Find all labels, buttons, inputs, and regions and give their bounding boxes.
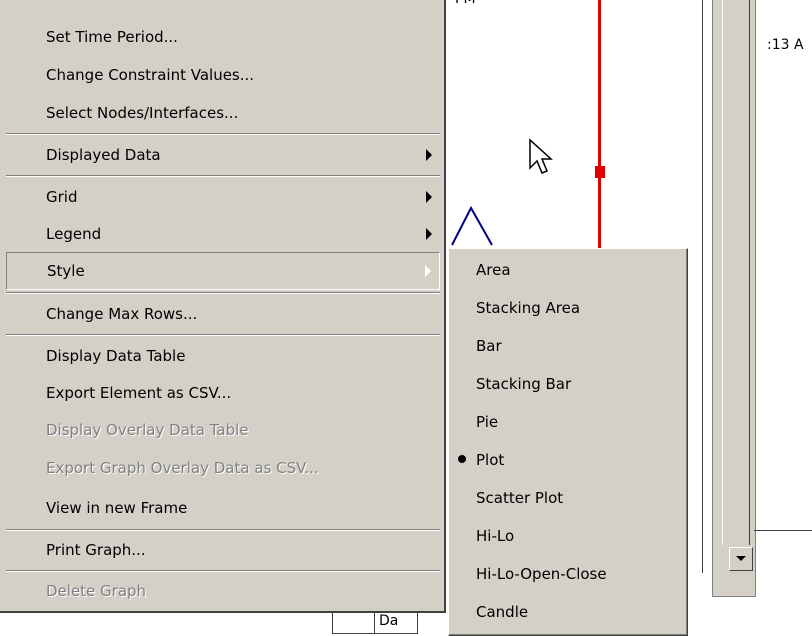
submenu-label: Plot: [476, 451, 505, 469]
selected-bullet-icon: [458, 455, 466, 463]
menu-label: Delete Graph: [46, 582, 147, 600]
style-scatter-plot[interactable]: Scatter Plot: [453, 479, 683, 517]
menu-label: Displayed Data: [46, 146, 161, 164]
menu-display-overlay-data-table[interactable]: Display Overlay Data Table: [6, 411, 440, 449]
menu-legend[interactable]: Legend: [6, 215, 440, 253]
menu-label: Export Element as CSV...: [46, 384, 232, 402]
submenu-arrow-icon: [425, 265, 431, 277]
menu-label: View in new Frame: [46, 499, 188, 517]
style-candle[interactable]: Candle: [453, 593, 683, 631]
menu-label: Export Graph Overlay Data as CSV...: [46, 459, 319, 477]
style-submenu: Area Stacking Area Bar Stacking Bar Pie …: [448, 248, 688, 636]
style-pie[interactable]: Pie: [453, 403, 683, 441]
menu-style[interactable]: Style: [6, 252, 440, 290]
menu-separator: [6, 292, 440, 294]
submenu-label: Candle: [476, 603, 529, 621]
scrollbar-thumb[interactable]: [722, 0, 750, 545]
time-label: :13 A: [767, 37, 804, 53]
submenu-label: Pie: [476, 413, 499, 431]
menu-grid[interactable]: Grid: [6, 178, 440, 216]
style-area[interactable]: Area: [453, 251, 683, 289]
menu-label: Display Overlay Data Table: [46, 421, 249, 439]
tab-fragment[interactable]: [332, 610, 378, 634]
submenu-label: Bar: [476, 337, 502, 355]
menu-separator: [6, 175, 440, 177]
submenu-arrow-icon: [426, 149, 432, 161]
menu-label: Change Constraint Values...: [46, 66, 255, 84]
graph-context-menu: Set Time Period... Change Constraint Val…: [0, 0, 446, 613]
menu-label: Set Time Period...: [46, 28, 178, 46]
style-stacking-bar[interactable]: Stacking Bar: [453, 365, 683, 403]
menu-change-constraint-values[interactable]: Change Constraint Values...: [6, 56, 440, 94]
mouse-pointer-icon: [529, 138, 553, 174]
menu-delete-graph[interactable]: Delete Graph: [6, 572, 440, 610]
menu-label: Grid: [46, 188, 78, 206]
menu-print-graph[interactable]: Print Graph...: [6, 531, 440, 569]
time-cursor-marker[interactable]: [595, 166, 605, 178]
menu-export-graph-overlay-csv[interactable]: Export Graph Overlay Data as CSV...: [6, 449, 440, 487]
menu-set-time-period[interactable]: Set Time Period...: [6, 18, 440, 56]
style-stacking-area[interactable]: Stacking Area: [453, 289, 683, 327]
style-hi-lo[interactable]: Hi-Lo: [453, 517, 683, 555]
style-bar[interactable]: Bar: [453, 327, 683, 365]
tab-data[interactable]: Da: [374, 610, 418, 634]
submenu-label: Hi-Lo: [476, 527, 515, 545]
time-axis-label: PM: [455, 0, 476, 7]
menu-label: Change Max Rows...: [46, 305, 198, 323]
submenu-label: Area: [476, 261, 511, 279]
menu-display-data-table[interactable]: Display Data Table: [6, 337, 440, 375]
submenu-arrow-icon: [426, 228, 432, 240]
menu-label: Print Graph...: [46, 541, 146, 559]
menu-separator: [6, 133, 440, 135]
menu-label: Display Data Table: [46, 347, 186, 365]
style-plot[interactable]: Plot: [453, 441, 683, 479]
menu-change-max-rows[interactable]: Change Max Rows...: [6, 295, 440, 333]
menu-displayed-data[interactable]: Displayed Data: [6, 136, 440, 174]
panel-divider: [754, 530, 812, 531]
submenu-label: Stacking Area: [476, 299, 581, 317]
scroll-down-button[interactable]: [729, 547, 753, 571]
submenu-label: Hi-Lo-Open-Close: [476, 565, 607, 583]
submenu-label: Stacking Bar: [476, 375, 572, 393]
plot-line: [451, 205, 493, 246]
menu-label: Style: [47, 262, 85, 280]
submenu-label: Scatter Plot: [476, 489, 564, 507]
submenu-arrow-icon: [426, 191, 432, 203]
style-hi-lo-open-close[interactable]: Hi-Lo-Open-Close: [453, 555, 683, 593]
menu-view-in-new-frame[interactable]: View in new Frame: [6, 489, 440, 527]
menu-separator: [6, 334, 440, 336]
menu-label: Legend: [46, 225, 102, 243]
menu-export-element-csv[interactable]: Export Element as CSV...: [6, 374, 440, 412]
menu-label: Select Nodes/Interfaces...: [46, 104, 239, 122]
menu-select-nodes-interfaces[interactable]: Select Nodes/Interfaces...: [6, 94, 440, 132]
